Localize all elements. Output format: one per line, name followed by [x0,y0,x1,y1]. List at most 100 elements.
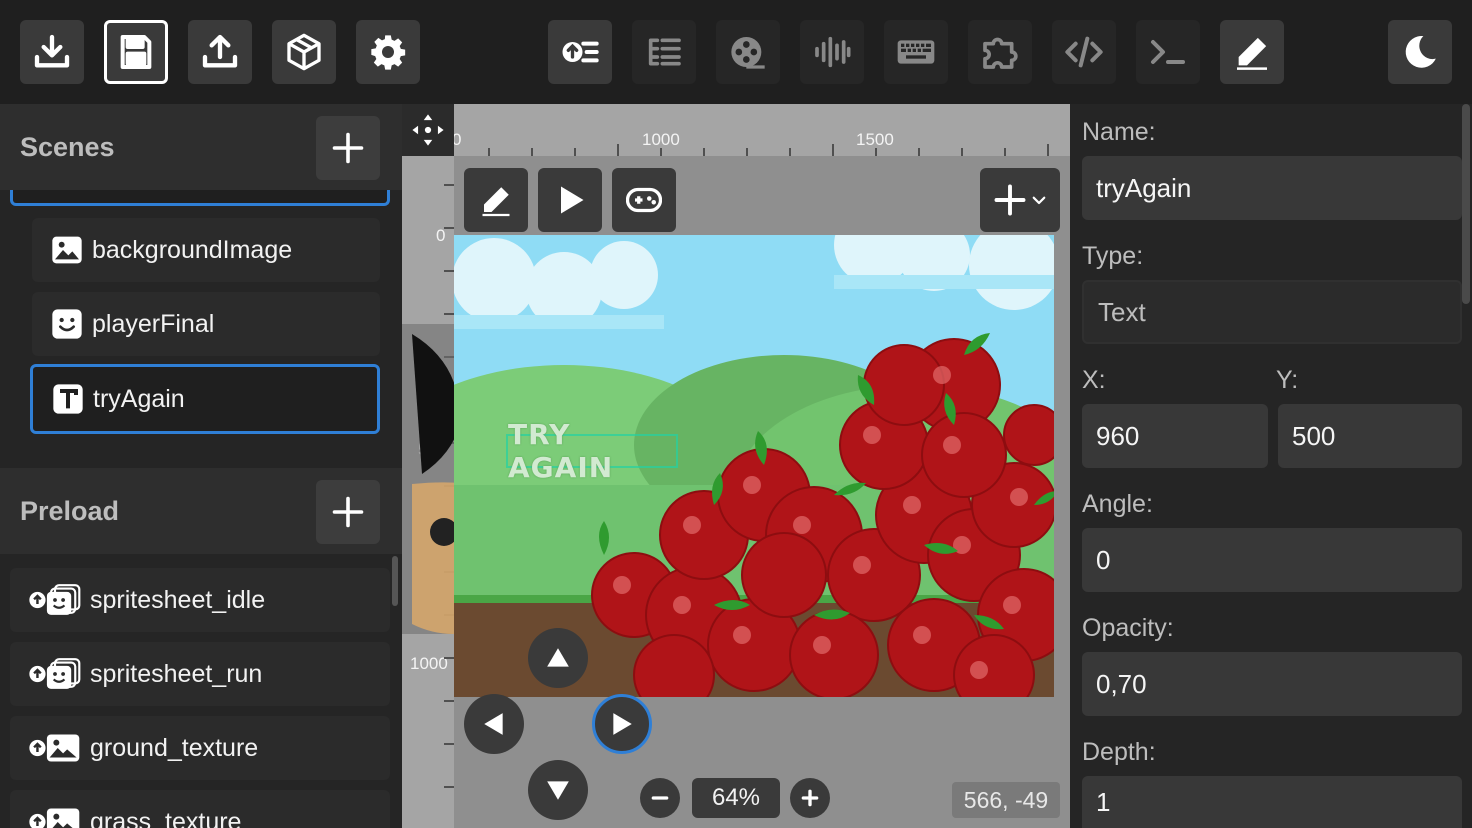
puzzle-button[interactable] [968,20,1032,84]
y-field[interactable]: 500 [1278,404,1462,468]
x-field[interactable]: 960 [1082,404,1268,468]
text-icon [51,382,85,416]
ruler-left-label: 1000 [410,654,448,673]
triangle-down-icon [547,781,569,800]
scene-item-backgroundimage[interactable]: backgroundImage [32,218,380,282]
settings-button[interactable] [356,20,420,84]
preload-item-label: spritesheet_run [90,659,263,688]
plus-icon [332,496,364,528]
name-label: Name: [1082,118,1156,146]
center-view-button[interactable] [402,104,454,156]
preload-item-grass-texture[interactable]: grass_texture [10,790,390,828]
list-icon [648,38,681,66]
chevron-down-icon [1032,196,1046,205]
scene-item-label: tryAgain [93,384,185,413]
move-left-button[interactable] [464,694,524,754]
preload-item-label: ground_texture [90,733,259,762]
spritesheet-icon [28,657,84,691]
opacity-label: Opacity: [1082,614,1174,642]
move-down-button[interactable] [528,760,588,820]
gamepad-button[interactable] [612,168,676,232]
download-icon [34,34,70,68]
cursor-coordinates: 566, -49 [952,782,1060,818]
triangle-left-icon [484,713,503,735]
preload-item-spritesheet-run[interactable]: spritesheet_run [10,642,390,706]
zoom-in-button[interactable] [790,778,830,818]
audio-wave-icon [815,36,851,68]
scenes-title: Scenes [20,132,115,162]
type-label: Type: [1082,242,1144,270]
plus-icon [994,184,1026,216]
move-up-button[interactable] [528,628,588,688]
upload-button[interactable] [188,20,252,84]
scene-item-tryagain[interactable]: tryAgain [30,364,380,434]
move-right-button[interactable] [592,694,652,754]
triangle-up-icon [547,648,569,667]
edit-mode-button[interactable] [464,168,528,232]
minus-icon [651,796,669,800]
pencil-icon [1237,37,1267,70]
scene-item-label: playerFinal [92,309,215,338]
zoom-out-button[interactable] [640,778,680,818]
add-scene-button[interactable] [316,116,380,180]
type-field: Text [1082,280,1462,344]
code-icon [1065,36,1103,68]
preload-item-spritesheet-idle[interactable]: spritesheet_idle [10,568,390,632]
ruler-top: 0 1000 1500 [452,104,1070,156]
preload-item-label: grass_texture [90,807,242,828]
save-button[interactable] [104,20,168,84]
list-button[interactable] [632,20,696,84]
ruler-top-label: 1000 [642,130,680,149]
opacity-field[interactable]: 0,70 [1082,652,1462,716]
zoom-level: 64% [692,778,780,818]
terminal-button[interactable] [1136,20,1200,84]
scene-text-object[interactable]: TRY AGAIN [506,418,678,484]
download-button[interactable] [20,20,84,84]
smiley-icon [50,307,84,341]
film-button[interactable] [716,20,780,84]
add-preload-button[interactable] [316,480,380,544]
y-label: Y: [1276,366,1299,394]
edit-button[interactable] [1220,20,1284,84]
angle-field[interactable]: 0 [1082,528,1462,592]
terminal-icon [1151,40,1185,64]
scene-item-label: backgroundImage [92,235,293,264]
package-icon [287,33,321,71]
film-reel-icon [731,37,765,69]
preload-title: Preload [20,496,120,526]
package-button[interactable] [272,20,336,84]
preload-item-label: spritesheet_idle [90,585,266,614]
upload-list-icon [562,41,599,63]
image-upload-icon [28,731,84,765]
play-button[interactable] [538,168,602,232]
scene-canvas[interactable]: 0 1000 1500 0 500 1000 [402,104,1070,828]
x-label: X: [1082,366,1106,394]
editor-app: Scenes backgroundImage playerFinal tryAg… [0,0,1472,828]
plus-icon [332,132,364,164]
play-icon [561,186,584,214]
audio-button[interactable] [800,20,864,84]
upload-list-button[interactable] [548,20,612,84]
image-upload-icon [28,805,84,828]
moon-icon [1405,36,1436,68]
scene-item-playerfinal[interactable]: playerFinal [32,292,380,356]
gamepad-icon [626,187,662,213]
name-field[interactable]: tryAgain [1082,156,1462,220]
ruler-left-label: 0 [436,226,446,245]
properties-panel: Name: tryAgain Type: Text X: Y: 960 500 … [1070,104,1472,828]
keyboard-button[interactable] [884,20,948,84]
left-scrollbar[interactable] [392,556,398,606]
spritesheet-icon [28,583,84,617]
dark-mode-button[interactable] [1388,20,1452,84]
left-panel: Scenes backgroundImage playerFinal tryAg… [0,104,402,828]
preload-item-ground-texture[interactable]: ground_texture [10,716,390,780]
depth-label: Depth: [1082,738,1156,766]
depth-field[interactable]: 1 [1082,776,1462,828]
add-object-dropdown[interactable] [980,168,1060,232]
code-button[interactable] [1052,20,1116,84]
ruler-top-label: 1500 [856,130,894,149]
plus-icon [801,789,819,807]
right-scrollbar[interactable] [1462,104,1470,304]
triangle-right-icon [613,713,632,735]
scene-item-partial[interactable] [10,190,390,206]
